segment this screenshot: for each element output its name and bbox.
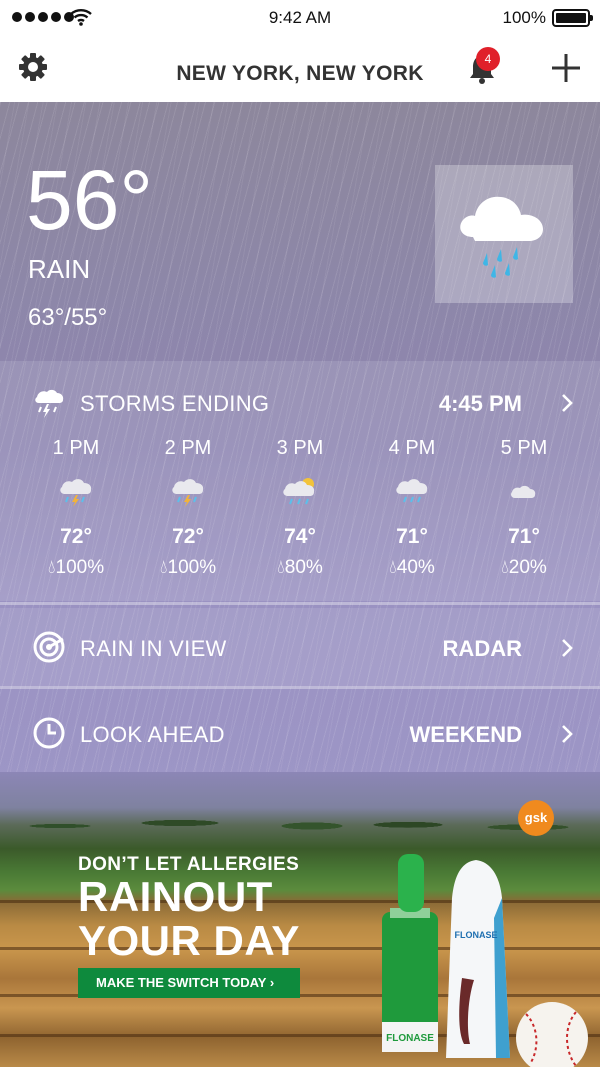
current-temperature: 56° <box>26 153 154 247</box>
radar-row[interactable]: RAIN IN VIEW RADAR <box>0 608 600 686</box>
hour-label: 1 PM <box>52 437 100 459</box>
current-condition: RAIN <box>28 254 91 284</box>
hourly-item: 2 PM 72° 💧︎100% <box>132 437 244 579</box>
current-weather-tile <box>435 165 573 303</box>
raindrop-icon: 💧︎ <box>389 557 397 578</box>
raindrop-icon: 💧︎ <box>501 557 509 578</box>
cloud-icon <box>511 485 536 498</box>
rain-icon <box>396 479 428 503</box>
thunderstorm-icon <box>60 479 92 507</box>
storms-ending-label: STORMS ENDING <box>80 391 270 416</box>
hour-precip: 20% <box>508 557 547 578</box>
hourly-item: 3 PM 74° 💧︎80% <box>244 437 356 579</box>
weekend-link[interactable]: WEEKEND <box>410 722 522 748</box>
hour-precip: 100% <box>55 557 105 578</box>
hour-temperature: 74° <box>284 525 316 548</box>
hour-temperature: 71° <box>396 525 428 548</box>
raindrop-icon: 💧︎ <box>159 557 168 578</box>
thunderstorm-icon <box>172 479 204 507</box>
look-ahead-label: LOOK AHEAD <box>80 722 225 747</box>
storm-cloud-icon <box>35 389 64 418</box>
ad-cta-button[interactable]: MAKE THE SWITCH TODAY › <box>78 968 300 998</box>
hi-lo-temperature: 63°/55° <box>28 304 108 331</box>
status-bar: 9:42 AM 100% <box>0 0 600 36</box>
hourly-item: 4 PM 71° 💧︎40% <box>356 437 468 579</box>
gsk-logo: gsk <box>518 800 554 836</box>
chevron-right-icon[interactable] <box>560 638 574 658</box>
ad-headline-large: RAINOUT <box>78 873 273 920</box>
sun-showers-icon <box>283 478 315 505</box>
hour-label: 3 PM <box>276 437 324 459</box>
divider <box>0 686 600 689</box>
ad-banner[interactable]: gsk DON’T LET ALLERGIES RAINOUT YOUR DAY… <box>0 772 600 1067</box>
radar-link[interactable]: RADAR <box>443 636 522 662</box>
hour-temperature: 71° <box>508 525 540 548</box>
hour-temperature: 72° <box>172 525 204 548</box>
hour-temperature: 72° <box>60 525 92 548</box>
flonase-products-image: FLONASE FLONASE <box>382 854 588 1067</box>
divider <box>0 602 600 605</box>
chevron-right-icon[interactable] <box>560 724 574 744</box>
ad-headline-large-2: YOUR DAY <box>78 917 300 964</box>
notification-badge: 4 <box>476 47 500 71</box>
hour-label: 5 PM <box>500 437 548 459</box>
app-header: NEW YORK, NEW YORK 4 <box>0 36 600 102</box>
rain-in-view-label: RAIN IN VIEW <box>80 636 227 661</box>
product-label: FLONASE <box>386 1033 434 1044</box>
raindrop-icon: 💧︎ <box>277 557 285 578</box>
battery-icon <box>552 9 593 27</box>
hour-precip: 40% <box>396 557 435 578</box>
add-location-icon[interactable] <box>548 50 584 86</box>
storms-ending-time: 4:45 PM <box>438 391 522 416</box>
rain-cloud-icon <box>460 196 543 278</box>
hourly-item: 1 PM 72° 💧︎100% <box>20 437 132 579</box>
radar-icon <box>33 631 65 663</box>
chevron-right-icon[interactable] <box>560 393 574 413</box>
look-ahead-row[interactable]: LOOK AHEAD WEEKEND <box>0 692 600 772</box>
location-title[interactable]: NEW YORK, NEW YORK <box>0 62 600 86</box>
clock-icon <box>33 717 65 749</box>
hourly-item: 5 PM 71° 💧︎20% <box>468 437 580 579</box>
hour-label: 4 PM <box>388 437 436 459</box>
weather-panel: 56° RAIN 63°/55° STORMS ENDING 4:45 PM 1… <box>0 102 600 792</box>
product-label: FLONASE <box>454 930 497 940</box>
hour-precip: 80% <box>284 557 323 578</box>
hour-label: 2 PM <box>164 437 212 459</box>
raindrop-icon: 💧︎ <box>47 557 56 578</box>
battery-percentage: 100% <box>502 8 546 27</box>
hour-precip: 100% <box>167 557 217 578</box>
